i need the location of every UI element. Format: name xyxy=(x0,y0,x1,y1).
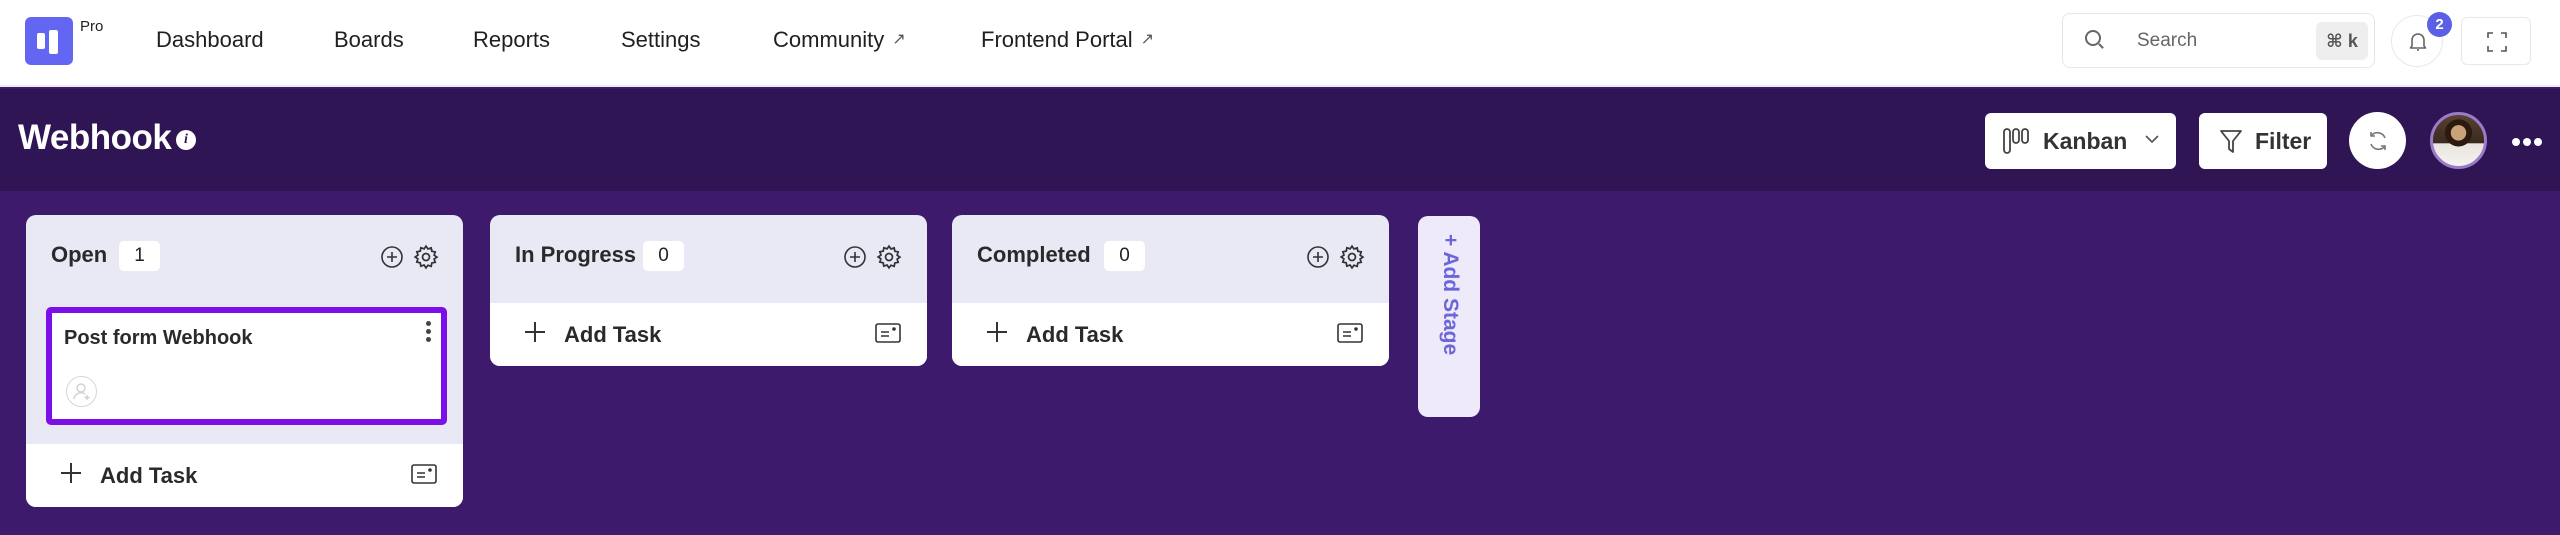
stage-task-count: 1 xyxy=(119,241,160,271)
stage-column-open: Open 1 Post form Webhook Add Task xyxy=(26,215,463,507)
logo-mark-right xyxy=(49,30,58,54)
board-header: Webhook i Kanban Filter xyxy=(0,89,2560,191)
app-logo[interactable] xyxy=(25,17,73,65)
filter-button[interactable]: Filter xyxy=(2199,113,2327,169)
stage-column-in-progress: In Progress 0 Add Task xyxy=(490,215,927,366)
search-placeholder: Search xyxy=(2137,30,2198,51)
add-stage-label: + Add Stage xyxy=(1439,234,1462,356)
task-menu-icon[interactable] xyxy=(423,321,433,345)
nav-link-label: Boards xyxy=(334,27,404,52)
filter-icon xyxy=(2220,130,2242,153)
plus-icon xyxy=(525,322,545,342)
stage-name: Open xyxy=(51,242,108,267)
view-switcher-label: Kanban xyxy=(2043,128,2128,154)
kanban-icon xyxy=(2003,128,2029,154)
logo-mark-left xyxy=(37,33,45,49)
search-icon xyxy=(2085,30,2101,46)
more-options-button[interactable] xyxy=(2512,133,2545,151)
plan-badge: Pro xyxy=(80,18,104,35)
info-icon[interactable]: i xyxy=(176,130,196,150)
nav-link-settings[interactable]: Settings xyxy=(621,27,701,53)
notification-count-badge: 2 xyxy=(2427,12,2452,37)
card-template-icon[interactable] xyxy=(875,323,901,343)
nav-link-label: Reports xyxy=(473,27,551,52)
stage-settings-icon[interactable] xyxy=(413,244,439,270)
external-link-icon: ↗ xyxy=(892,31,906,48)
chevron-down-icon xyxy=(2145,135,2159,144)
fullscreen-button[interactable] xyxy=(2461,17,2531,65)
search-shortcut-hint: ⌘ k xyxy=(2316,22,2368,60)
nav-link-label: Community xyxy=(773,27,885,52)
add-task-label: Add Task xyxy=(564,322,662,347)
nav-link-frontend-portal[interactable]: Frontend Portal ↗ xyxy=(981,27,1154,53)
plus-icon xyxy=(987,322,1007,342)
user-avatar[interactable] xyxy=(2430,112,2487,169)
external-link-icon: ↗ xyxy=(1140,31,1155,48)
nav-link-reports[interactable]: Reports xyxy=(473,27,550,53)
stage-name: In Progress xyxy=(515,242,637,267)
task-title: Post form Webhook xyxy=(64,327,253,349)
card-template-icon[interactable] xyxy=(411,464,437,484)
more-dot xyxy=(2534,138,2542,146)
stage-header: Completed 0 xyxy=(952,215,1389,303)
nav-link-label: Settings xyxy=(621,27,701,52)
more-dot xyxy=(2523,138,2531,146)
add-assignee-icon[interactable] xyxy=(66,376,97,407)
nav-link-label: Dashboard xyxy=(156,27,264,52)
view-switcher-dropdown[interactable]: Kanban xyxy=(1985,113,2176,169)
refresh-icon xyxy=(2370,131,2386,151)
add-task-button[interactable]: Add Task xyxy=(490,303,927,366)
nav-link-community[interactable]: Community ↗ xyxy=(773,27,906,53)
card-template-icon[interactable] xyxy=(1337,323,1363,343)
add-task-circle-icon[interactable] xyxy=(380,245,404,269)
plus-icon xyxy=(61,463,81,483)
bell-icon xyxy=(2409,33,2427,51)
nav-link-dashboard[interactable]: Dashboard xyxy=(156,27,264,53)
add-task-button[interactable]: Add Task xyxy=(952,303,1389,366)
board-title: Webhook xyxy=(18,118,172,157)
stage-task-count: 0 xyxy=(1104,241,1145,271)
add-task-label: Add Task xyxy=(1026,322,1124,347)
nav-link-boards[interactable]: Boards xyxy=(334,27,404,53)
stage-column-completed: Completed 0 Add Task xyxy=(952,215,1389,366)
stage-settings-icon[interactable] xyxy=(1339,244,1365,270)
stage-task-count: 0 xyxy=(643,241,684,271)
stage-name: Completed xyxy=(977,242,1091,267)
nav-link-label: Frontend Portal xyxy=(981,27,1133,52)
more-dot xyxy=(2512,138,2520,146)
add-task-label: Add Task xyxy=(100,463,198,488)
fullscreen-icon xyxy=(2487,32,2507,52)
filter-label: Filter xyxy=(2255,128,2312,154)
stage-header: In Progress 0 xyxy=(490,215,927,303)
stage-settings-icon[interactable] xyxy=(876,244,902,270)
search-input[interactable]: Search ⌘ k xyxy=(2062,13,2375,68)
add-task-circle-icon[interactable] xyxy=(843,245,867,269)
add-task-circle-icon[interactable] xyxy=(1306,245,1330,269)
add-task-button[interactable]: Add Task xyxy=(26,444,463,507)
stage-header: Open 1 Post form Webhook xyxy=(26,215,463,444)
task-card[interactable]: Post form Webhook xyxy=(46,307,447,425)
top-nav: Pro Dashboard Boards Reports Settings Co… xyxy=(0,0,2560,87)
add-stage-button[interactable]: + Add Stage xyxy=(1418,216,1480,417)
refresh-button[interactable] xyxy=(2349,112,2406,169)
